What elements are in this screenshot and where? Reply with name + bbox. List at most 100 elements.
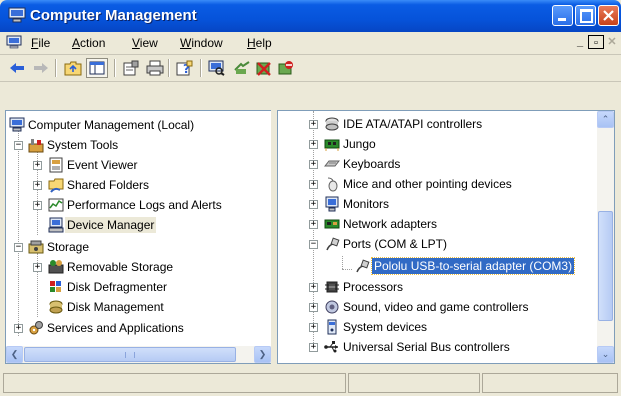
expand-toggle[interactable]: + bbox=[309, 343, 318, 352]
menu-view[interactable]: View bbox=[132, 36, 158, 50]
device-category-label: Jungo bbox=[343, 137, 376, 151]
expand-toggle[interactable]: + bbox=[309, 220, 318, 229]
menu-action[interactable]: Action bbox=[72, 36, 105, 50]
print-icon bbox=[146, 60, 164, 76]
menu-window[interactable]: Window bbox=[180, 36, 223, 50]
scroll-right-button[interactable]: ❯ bbox=[254, 346, 271, 363]
close-icon: ✕ bbox=[607, 36, 617, 48]
scroll-up-button[interactable]: ⌃ bbox=[597, 111, 614, 128]
up-one-level-button[interactable] bbox=[62, 58, 84, 78]
device-item-label: Pololu USB-to-serial adapter (COM3) bbox=[370, 257, 576, 275]
maximize-button[interactable] bbox=[575, 5, 596, 26]
scroll-down-button[interactable]: ⌄ bbox=[597, 346, 614, 363]
menu-view-accel: V bbox=[132, 36, 140, 50]
menu-help[interactable]: Help bbox=[247, 36, 272, 50]
disable-device-button[interactable] bbox=[275, 58, 297, 78]
tree-item-label: Storage bbox=[47, 240, 90, 254]
scan-hardware-button[interactable] bbox=[205, 58, 227, 78]
expand-toggle[interactable]: + bbox=[309, 200, 318, 209]
expand-toggle[interactable]: + bbox=[309, 180, 318, 189]
expand-toggle[interactable]: + bbox=[309, 283, 318, 292]
expand-toggle[interactable]: + bbox=[33, 161, 42, 170]
menu-view-label: iew bbox=[139, 36, 158, 50]
help-icon: ? bbox=[176, 60, 193, 76]
services-gear-icon bbox=[29, 321, 43, 335]
menu-window-accel: W bbox=[180, 36, 192, 50]
performance-logs-icon bbox=[48, 198, 64, 212]
child-restore-button[interactable]: ▫ bbox=[588, 35, 604, 49]
forward-button[interactable] bbox=[30, 58, 52, 78]
expand-toggle[interactable]: + bbox=[309, 120, 318, 129]
computer-management-icon bbox=[8, 7, 26, 23]
device-list-pane[interactable]: + IDE ATA/ATAPI controllers + Jungo + Ke… bbox=[277, 110, 615, 364]
status-panel-tertiary bbox=[482, 373, 618, 393]
scroll-left-button[interactable]: ❮ bbox=[6, 346, 23, 363]
storage-icon bbox=[28, 240, 44, 254]
device-category-label: Sound, video and game controllers bbox=[343, 300, 529, 314]
child-minimize-button[interactable]: _ bbox=[572, 35, 588, 49]
minimize-button[interactable] bbox=[552, 5, 573, 26]
disk-defragmenter-icon bbox=[50, 281, 61, 292]
menu-help-accel: H bbox=[247, 36, 256, 50]
port-connector-icon bbox=[356, 259, 370, 273]
properties-icon bbox=[123, 60, 139, 76]
expand-toggle[interactable]: + bbox=[309, 303, 318, 312]
tree-connector bbox=[342, 269, 352, 270]
menu-action-label: ction bbox=[80, 36, 106, 50]
scroll-thumb[interactable] bbox=[598, 211, 613, 321]
chevron-down-icon: ⌄ bbox=[601, 349, 610, 359]
show-hide-console-tree-button[interactable] bbox=[86, 58, 108, 78]
ide-controller-icon bbox=[325, 117, 339, 131]
collapse-toggle[interactable]: − bbox=[14, 141, 23, 150]
disk-management-icon bbox=[49, 300, 63, 314]
tree-item-label: Services and Applications bbox=[47, 321, 184, 335]
processor-icon bbox=[325, 281, 339, 293]
device-manager-icon bbox=[48, 217, 64, 233]
help-button[interactable]: ? bbox=[174, 58, 196, 78]
expand-toggle[interactable]: + bbox=[33, 201, 42, 210]
expand-toggle[interactable]: + bbox=[309, 160, 318, 169]
scroll-thumb[interactable] bbox=[24, 347, 236, 362]
expand-toggle[interactable]: + bbox=[33, 263, 42, 272]
uninstall-button[interactable] bbox=[253, 58, 275, 78]
tree-item-label: Shared Folders bbox=[67, 178, 150, 192]
maximize-icon bbox=[580, 9, 593, 23]
update-driver-icon bbox=[234, 61, 250, 74]
child-close-button[interactable]: ✕ bbox=[604, 35, 620, 49]
menu-window-label: indow bbox=[191, 36, 223, 50]
close-button[interactable] bbox=[598, 5, 619, 26]
expand-toggle[interactable]: + bbox=[33, 181, 42, 190]
monitor-icon bbox=[325, 196, 339, 212]
device-vertical-scrollbar[interactable]: ⌃ ⌄ bbox=[597, 111, 614, 363]
device-category-label: IDE ATA/ATAPI controllers bbox=[343, 117, 483, 131]
menu-file[interactable]: File bbox=[31, 36, 50, 50]
minimize-icon: _ bbox=[576, 36, 584, 48]
device-category-label: Keyboards bbox=[343, 157, 401, 171]
expand-toggle[interactable]: + bbox=[309, 323, 318, 332]
console-tree-pane[interactable]: Computer Management (Local) − System Too… bbox=[5, 110, 271, 364]
up-folder-icon bbox=[64, 61, 82, 76]
update-driver-button[interactable] bbox=[231, 58, 253, 78]
expand-toggle[interactable]: + bbox=[14, 324, 23, 333]
keyboard-icon bbox=[324, 160, 340, 167]
disable-device-icon bbox=[278, 61, 293, 75]
properties-button[interactable] bbox=[120, 58, 142, 78]
show-hide-console-tree-icon bbox=[89, 61, 105, 75]
expand-toggle[interactable]: + bbox=[309, 140, 318, 149]
collapse-toggle[interactable]: − bbox=[309, 240, 318, 249]
uninstall-icon bbox=[256, 62, 271, 76]
forward-arrow-icon bbox=[34, 63, 48, 73]
device-category-label: Monitors bbox=[343, 197, 390, 211]
tree-connector bbox=[342, 256, 343, 269]
status-panel-secondary bbox=[348, 373, 480, 393]
tree-horizontal-scrollbar[interactable]: ❮ ❯ bbox=[6, 346, 271, 363]
tree-item-label: Removable Storage bbox=[67, 260, 174, 274]
status-panel-main bbox=[3, 373, 346, 393]
tree-item-label: Performance Logs and Alerts bbox=[67, 198, 222, 212]
title-bar[interactable]: Computer Management bbox=[0, 0, 621, 32]
collapse-toggle[interactable]: − bbox=[14, 243, 23, 252]
child-window-icon[interactable] bbox=[6, 35, 22, 49]
tree-item-label: Computer Management (Local) bbox=[28, 118, 195, 132]
back-button[interactable] bbox=[6, 58, 28, 78]
print-button[interactable] bbox=[144, 58, 166, 78]
